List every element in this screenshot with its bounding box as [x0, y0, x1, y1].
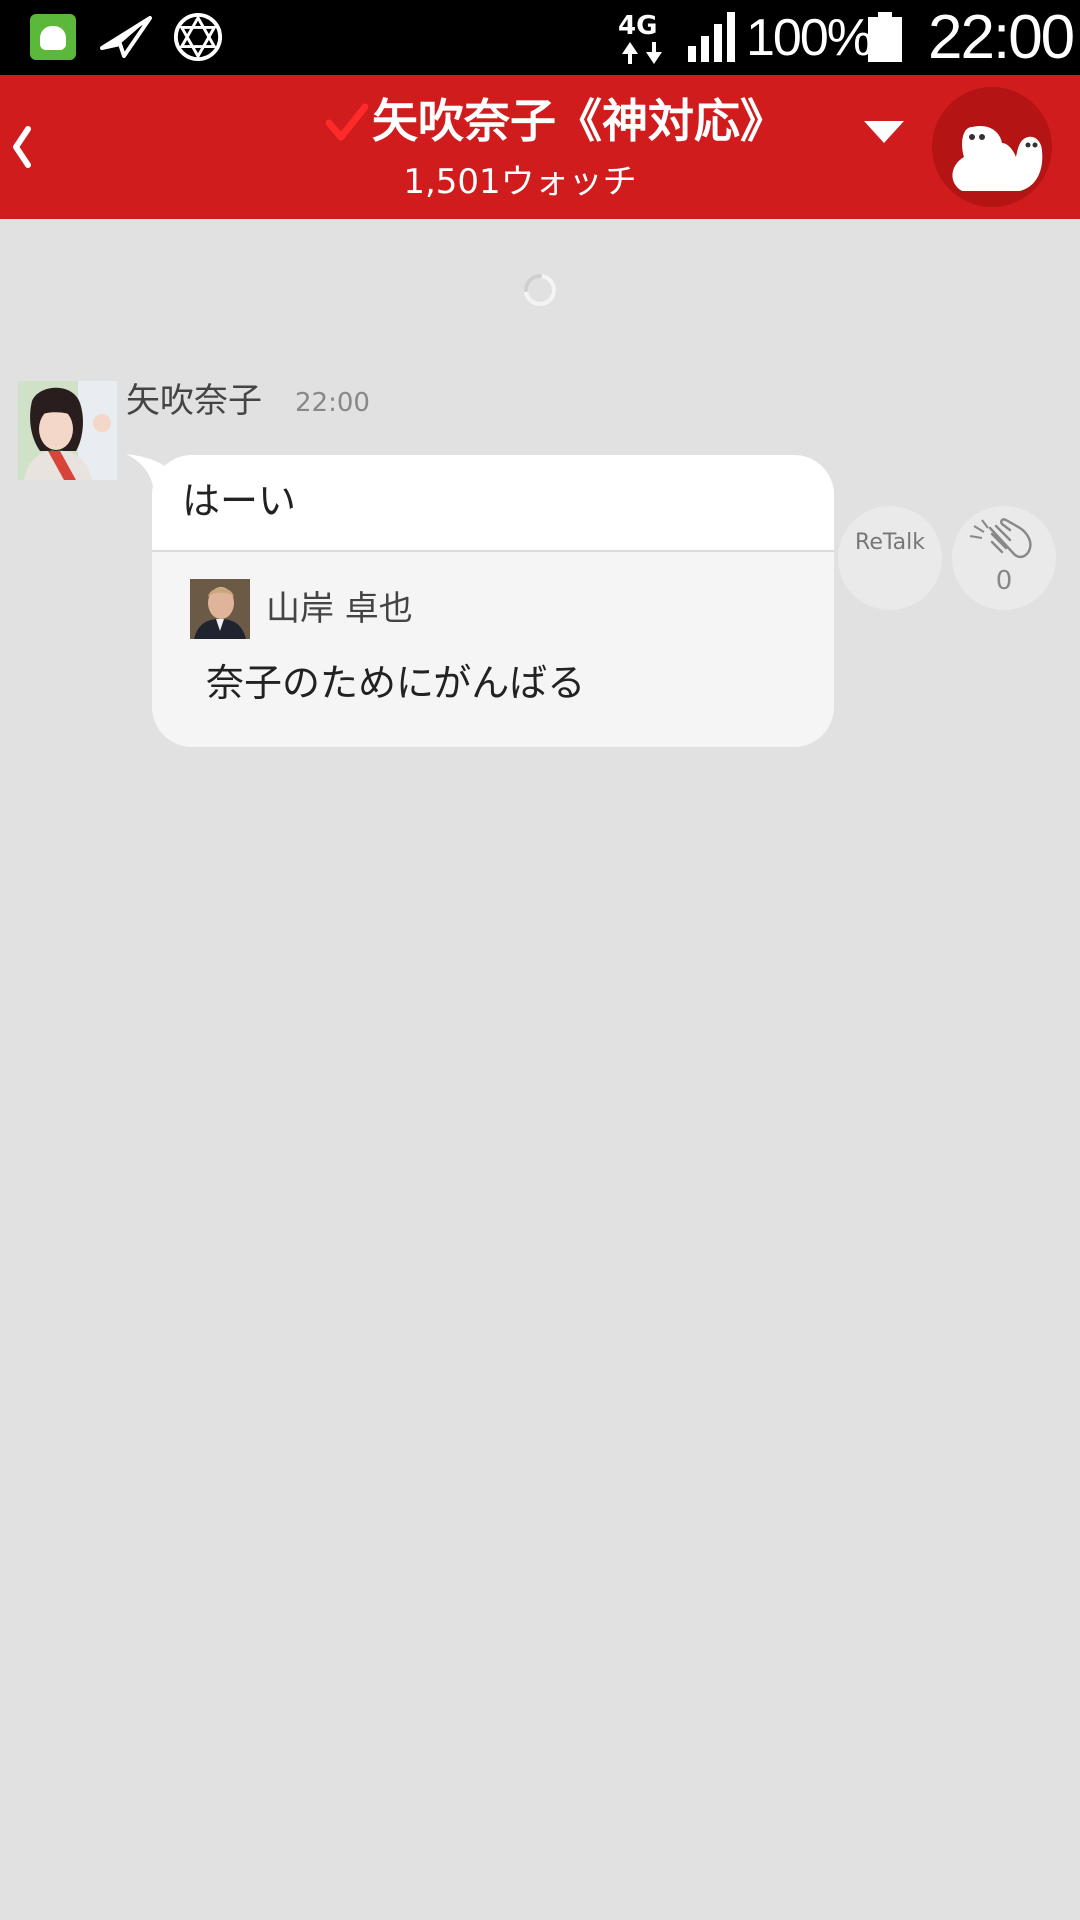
battery-icon	[868, 12, 902, 62]
watch-count: 1,501ウォッチ	[403, 162, 637, 202]
page-title: 矢吹奈子《神対応》	[372, 94, 786, 148]
dropdown-icon[interactable]	[858, 113, 910, 153]
mascot-icon	[952, 125, 1043, 191]
hexagram-icon	[173, 12, 223, 62]
quoted-user-name: 山岸 卓也	[266, 589, 413, 629]
retalk-button[interactable]: ReTalk	[838, 506, 942, 610]
quoted-message-text: 奈子のためにがんばる	[206, 661, 586, 705]
verified-check-icon	[326, 103, 368, 141]
room-title[interactable]: 矢吹奈子《神対応》	[320, 91, 840, 151]
message-bubble[interactable]: はーい 山岸 卓也 奈子のためにがんばる	[152, 455, 834, 747]
clap-button[interactable]: 0	[952, 506, 1056, 610]
svg-text:4G: 4G	[618, 11, 657, 41]
4g-data-icon: 4G	[618, 11, 662, 64]
message-text: はーい	[182, 479, 297, 523]
battery-percent: 100%	[746, 9, 873, 67]
quoted-user-avatar	[190, 579, 250, 639]
app-notification-icon	[30, 14, 76, 60]
back-icon[interactable]	[0, 105, 50, 189]
signal-icon	[688, 12, 735, 62]
avatar[interactable]	[18, 381, 117, 480]
status-time: 22:00	[928, 3, 1075, 72]
loading-spinner-icon	[524, 274, 556, 306]
message-sender-name: 矢吹奈子	[126, 381, 262, 421]
chat-header: 矢吹奈子《神対応》 1,501ウォッチ	[0, 75, 1080, 219]
message-body: はーい	[152, 455, 834, 552]
message-timestamp: 22:00	[295, 388, 370, 418]
paper-plane-icon	[100, 16, 152, 58]
status-bar: 4G 100% 22:00	[0, 0, 1080, 75]
mascot-button[interactable]	[932, 87, 1052, 207]
clap-count: 0	[995, 566, 1013, 596]
retalk-label: ReTalk	[855, 530, 925, 555]
clap-icon	[969, 518, 1032, 559]
